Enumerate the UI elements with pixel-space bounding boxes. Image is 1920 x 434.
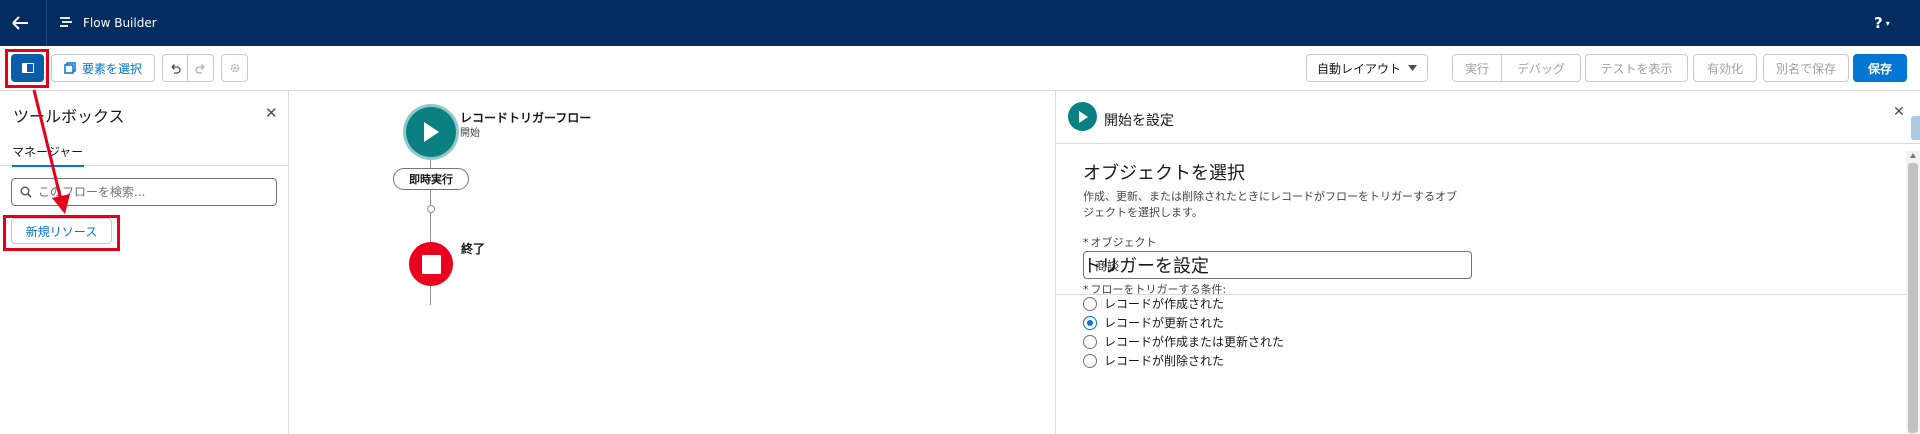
panel-title: 開始を設定: [1104, 113, 1174, 129]
play-icon: [424, 122, 439, 142]
play-icon: [1078, 110, 1088, 123]
trigger-option-label: レコードが削除された: [1104, 354, 1225, 368]
debug-label: デバッグ: [1516, 61, 1565, 76]
immediate-path-pill[interactable]: 即時実行: [393, 168, 469, 190]
annotation-arrow: [32, 89, 70, 214]
run-label: 実行: [1464, 61, 1489, 76]
save-button[interactable]: 保存: [1853, 54, 1907, 82]
undo-icon: [171, 64, 181, 74]
help-icon: ?: [1874, 14, 1883, 32]
trigger-section-title: トリガーを設定: [1083, 256, 1209, 277]
trigger-option-created-or-updated[interactable]: レコードが作成または更新された: [1083, 333, 1284, 350]
chevron-down-icon: ▾: [1885, 19, 1890, 28]
undo-button[interactable]: [162, 54, 188, 82]
trigger-option-label: レコードが更新された: [1104, 316, 1225, 330]
save-label: 保存: [1867, 61, 1892, 76]
start-config-panel: 開始を設定 ✕ オブジェクトを選択 作成、更新、または削除されたときにレコードが…: [1055, 91, 1920, 434]
show-tests-button[interactable]: テストを表示: [1585, 54, 1688, 82]
object-field-label: * オブジェクト: [1083, 234, 1157, 250]
trigger-option-label: レコードが作成または更新された: [1104, 335, 1285, 349]
trigger-option-deleted[interactable]: レコードが削除された: [1083, 352, 1224, 369]
object-label-text: オブジェクト: [1090, 236, 1157, 249]
global-header: Flow Builder ? ▾: [0, 0, 1920, 46]
activate-label: 有効化: [1706, 61, 1743, 76]
save-as-label: 別名で保存: [1775, 61, 1836, 76]
start-element-icon: [1068, 102, 1097, 131]
panel-scrollbar[interactable]: [1906, 151, 1920, 434]
start-node-subtitle: 開始: [460, 128, 480, 139]
close-icon[interactable]: ✕: [1893, 104, 1905, 120]
flow-canvas[interactable]: [290, 91, 1054, 434]
panel-header: 開始を設定 ✕: [1056, 91, 1920, 144]
redo-button[interactable]: [188, 54, 214, 82]
close-icon[interactable]: ✕: [265, 104, 278, 122]
redo-icon: [194, 64, 204, 74]
activate-button[interactable]: 有効化: [1693, 54, 1757, 82]
object-section-title: オブジェクトを選択: [1083, 163, 1245, 184]
trigger-option-label: レコードが作成された: [1104, 297, 1225, 311]
radio-button[interactable]: [1083, 315, 1097, 330]
save-as-button[interactable]: 別名で保存: [1763, 54, 1849, 82]
debug-button[interactable]: デバッグ: [1501, 54, 1581, 82]
gear-icon: [230, 63, 239, 73]
show-tests-label: テストを表示: [1600, 61, 1673, 76]
collapse-panel-handle[interactable]: [1911, 116, 1920, 140]
help-menu-button[interactable]: ? ▾: [1874, 14, 1890, 32]
radio-button[interactable]: [1083, 334, 1097, 349]
chevron-down-icon: [1408, 65, 1417, 71]
object-section-description: 作成、更新、または削除されたときにレコードがフローをトリガーするオブジェクトを選…: [1083, 190, 1457, 219]
required-mark: *: [1083, 236, 1089, 249]
end-node-label: 終了: [461, 242, 486, 256]
stop-icon: [421, 254, 441, 274]
layout-mode-dropdown[interactable]: 自動レイアウト: [1306, 54, 1428, 82]
trigger-option-updated[interactable]: レコードが更新された: [1083, 314, 1224, 331]
scroll-up-arrow-icon[interactable]: [1910, 153, 1916, 158]
radio-button[interactable]: [1083, 353, 1097, 368]
add-element-connector[interactable]: [427, 205, 435, 213]
scroll-thumb[interactable]: [1908, 163, 1918, 433]
start-node[interactable]: [406, 107, 456, 157]
run-button[interactable]: 実行: [1452, 54, 1502, 82]
radio-button[interactable]: [1083, 296, 1097, 311]
builder-toolbar: 要素を選択 自動レイアウト 実行 デバッグ テストを表示 有効化 別名で保存 保…: [0, 46, 1920, 91]
trigger-option-created[interactable]: レコードが作成された: [1083, 295, 1224, 312]
end-node[interactable]: [409, 242, 453, 286]
layout-mode-value: 自動レイアウト: [1317, 61, 1402, 76]
settings-button[interactable]: [221, 54, 248, 82]
